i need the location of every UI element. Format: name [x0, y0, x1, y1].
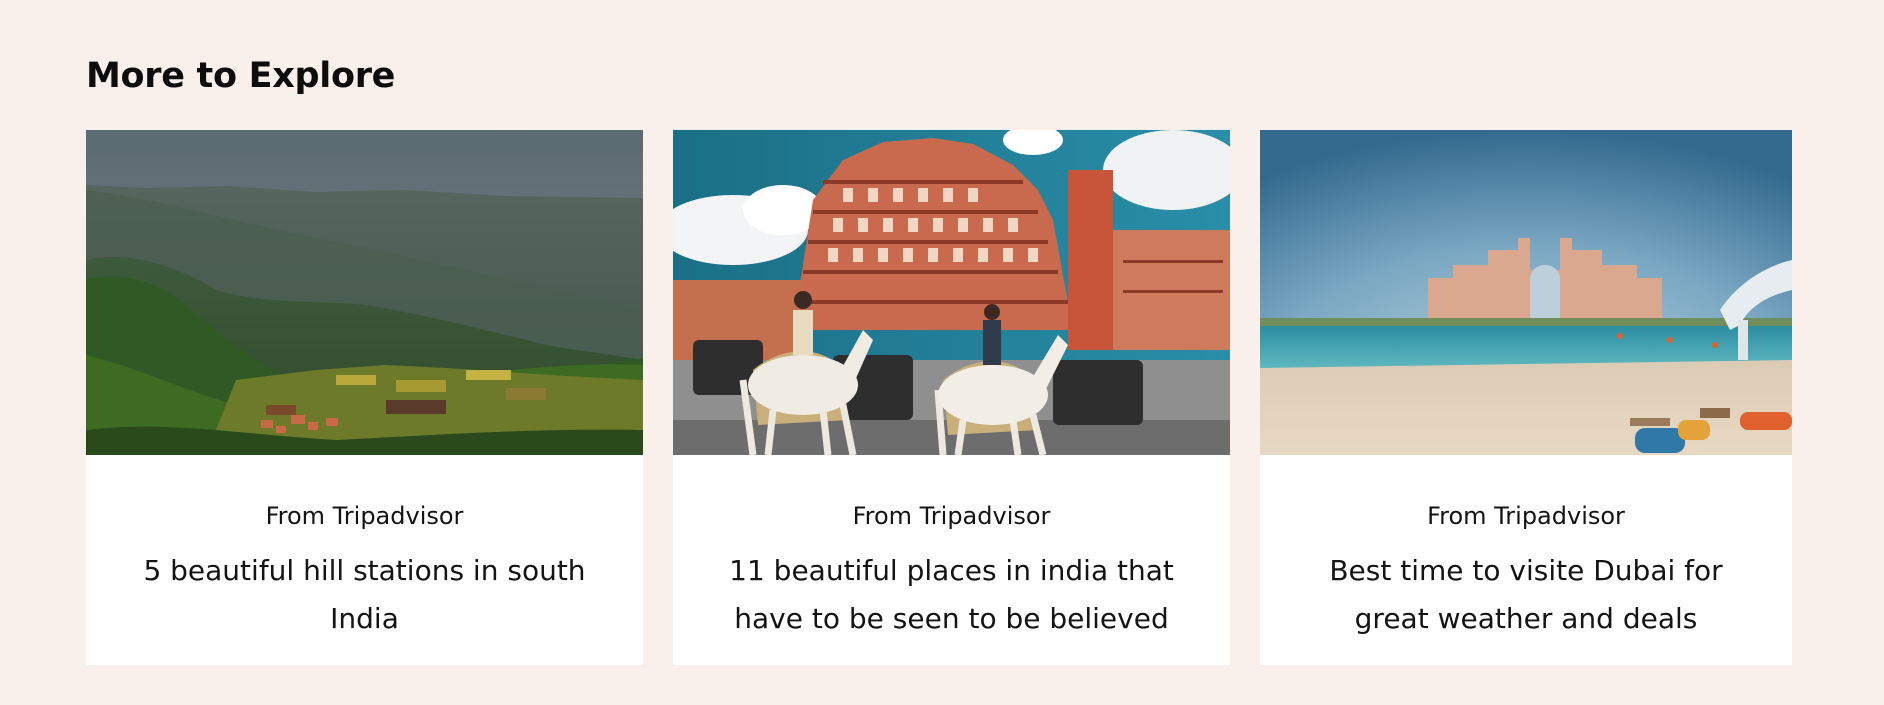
explore-card[interactable]: From Tripadvisor 11 beautiful places in … — [673, 130, 1230, 665]
card-body: From Tripadvisor 5 beautiful hill statio… — [86, 455, 643, 665]
card-title[interactable]: 11 beautiful places in india that have t… — [713, 547, 1190, 643]
card-image-hill-stations[interactable] — [86, 130, 643, 455]
card-source: From Tripadvisor — [852, 502, 1051, 530]
card-body: From Tripadvisor Best time to visite Dub… — [1260, 455, 1792, 665]
misty-hill-valley-photo — [86, 130, 643, 455]
explore-card[interactable]: From Tripadvisor Best time to visite Dub… — [1260, 130, 1792, 665]
dubai-beach-resort-photo — [1260, 130, 1792, 455]
explore-card-list: From Tripadvisor 5 beautiful hill statio… — [86, 130, 1792, 665]
explore-card[interactable]: From Tripadvisor 5 beautiful hill statio… — [86, 130, 643, 665]
card-title[interactable]: Best time to visite Dubai for great weat… — [1300, 547, 1752, 643]
card-image-india-places[interactable] — [673, 130, 1230, 455]
card-title[interactable]: 5 beautiful hill stations in south India — [126, 547, 603, 643]
card-source: From Tripadvisor — [1427, 502, 1625, 530]
hawa-mahal-horses-photo — [673, 130, 1230, 455]
section-title: More to Explore — [86, 56, 396, 96]
card-image-dubai[interactable] — [1260, 130, 1792, 455]
card-body: From Tripadvisor 11 beautiful places in … — [673, 455, 1230, 665]
card-source: From Tripadvisor — [265, 502, 464, 530]
